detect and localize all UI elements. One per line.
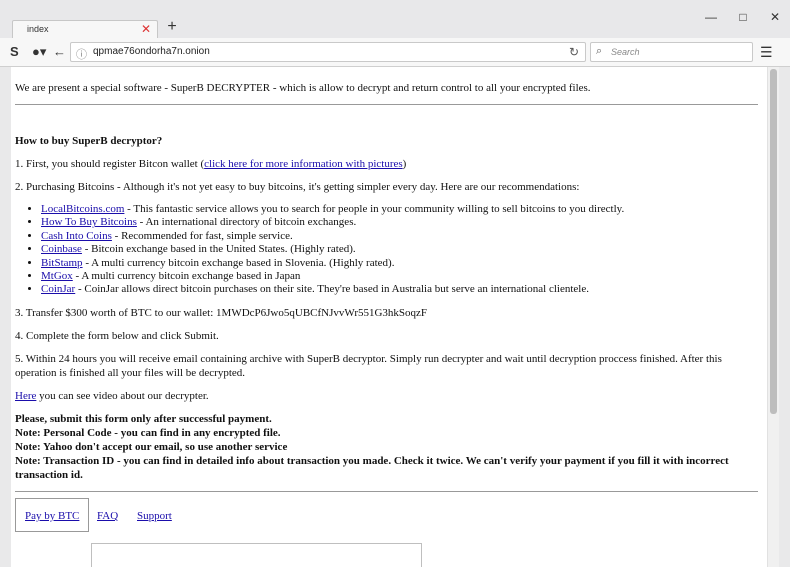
list-item: How To Buy Bitcoins - An international d… <box>41 216 755 229</box>
list-item: Cash Into Coins - Recommended for fast, … <box>41 230 755 243</box>
tab-title: index <box>27 24 49 34</box>
exchange-link[interactable]: MtGox <box>41 270 73 282</box>
list-item: MtGox - A multi currency bitcoin exchang… <box>41 270 755 283</box>
close-window-icon[interactable]: ✕ <box>768 10 782 28</box>
list-item: Coinbase - Bitcoin exchange based in the… <box>41 243 755 256</box>
form-field[interactable] <box>91 543 422 567</box>
browser-toolbar: S ●▾ ← ⓘ qpmae76ondorha7n.onion ↻ ⌕ Sear… <box>0 38 790 67</box>
search-box[interactable]: ⌕ Search <box>590 42 753 62</box>
step-5: 5. Within 24 hours you will receive emai… <box>15 352 722 379</box>
video-text: you can see video about our decrypter. <box>36 389 209 402</box>
how-heading: How to buy SuperB decryptor? <box>15 135 163 147</box>
step-4: 4. Complete the form below and click Sub… <box>15 329 219 342</box>
exchange-desc: - This fantastic service allows you to s… <box>124 203 625 215</box>
onion-icon[interactable]: ●▾ <box>32 44 46 60</box>
new-tab-icon[interactable]: + <box>164 19 180 35</box>
exchange-desc: - A multi currency bitcoin exchange base… <box>72 270 301 283</box>
faq-link[interactable]: FAQ <box>97 510 118 522</box>
step-1-prefix: 1. First, you should register Bitcon wal… <box>15 158 205 170</box>
list-item: CoinJar - CoinJar allows direct bitcoin … <box>41 283 755 296</box>
back-arrow-icon[interactable]: ← <box>53 44 66 59</box>
note-line: Note: Transaction ID - you can find in d… <box>15 454 729 481</box>
note-line: Note: Personal Code - you can find in an… <box>15 426 281 439</box>
exchange-desc: - Bitcoin exchange based in the United S… <box>81 243 356 256</box>
address-bar[interactable]: ⓘ qpmae76ondorha7n.onion ↻ <box>70 42 586 62</box>
page-viewport: We are present a special software - Supe… <box>11 67 767 567</box>
window-edge <box>779 67 790 567</box>
exchange-desc: - Recommended for fast, simple service. <box>111 229 293 242</box>
intro-text: We are present a special software - Supe… <box>15 82 591 94</box>
tab-index[interactable]: index ✕ <box>12 20 158 40</box>
close-tab-icon[interactable]: ✕ <box>141 22 151 36</box>
list-item: BitStamp - A multi currency bitcoin exch… <box>41 257 755 270</box>
notes-block: Please, submit this form only after succ… <box>15 412 755 482</box>
hamburger-menu-icon[interactable]: ☰ <box>760 44 773 61</box>
exchange-link[interactable]: Coinbase <box>41 243 82 255</box>
minimize-icon[interactable]: — <box>704 10 718 28</box>
title-bar: index ✕ + — □ ✕ <box>0 0 790 40</box>
video-link[interactable]: Here <box>15 390 36 402</box>
maximize-icon[interactable]: □ <box>736 10 750 28</box>
step-1-suffix: ) <box>402 158 407 170</box>
exchange-desc: - CoinJar allows direct bitcoin purchase… <box>75 283 589 296</box>
instructions: How to buy SuperB decryptor? 1. First, y… <box>15 134 755 482</box>
exchange-link[interactable]: Cash Into Coins <box>41 230 112 242</box>
video-line: Here you can see video about our decrypt… <box>15 389 755 403</box>
vertical-scrollbar[interactable] <box>767 67 779 567</box>
exchange-desc: - A multi currency bitcoin exchange base… <box>82 256 395 269</box>
step-1: 1. First, you should register Bitcon wal… <box>15 157 755 171</box>
step-3: 3. Transfer $300 worth of BTC to our wal… <box>15 306 428 319</box>
exchange-link[interactable]: LocalBitcoins.com <box>41 203 124 215</box>
search-icon: ⌕ <box>596 45 603 57</box>
exchange-link[interactable]: CoinJar <box>41 283 75 295</box>
step-2: 2. Purchasing Bitcoins - Although it's n… <box>15 181 580 193</box>
reload-icon[interactable]: ↻ <box>569 45 579 59</box>
wallet-info-link[interactable]: click here for more information with pic… <box>204 158 403 170</box>
search-placeholder: Search <box>611 47 640 57</box>
exchange-link[interactable]: How To Buy Bitcoins <box>41 216 137 228</box>
pay-by-btc-link[interactable]: Pay by BTC <box>25 510 79 522</box>
note-line: Please, submit this form only after succ… <box>15 412 272 425</box>
s-extension-icon[interactable]: S <box>10 44 19 59</box>
exchange-link[interactable]: BitStamp <box>41 257 83 269</box>
exchange-desc: - An international directory of bitcoin … <box>136 216 357 229</box>
divider-top <box>15 104 758 105</box>
info-icon[interactable]: ⓘ <box>76 46 87 62</box>
scrollbar-thumb[interactable] <box>770 69 777 414</box>
support-link[interactable]: Support <box>137 510 172 522</box>
divider-bottom <box>15 491 758 492</box>
list-item: LocalBitcoins.com - This fantastic servi… <box>41 203 755 216</box>
address-text: qpmae76ondorha7n.onion <box>93 46 210 57</box>
note-line: Note: Yahoo don't accept our email, so u… <box>15 440 288 453</box>
exchange-list: LocalBitcoins.com - This fantastic servi… <box>15 203 755 297</box>
window-controls: — □ ✕ <box>704 10 782 28</box>
